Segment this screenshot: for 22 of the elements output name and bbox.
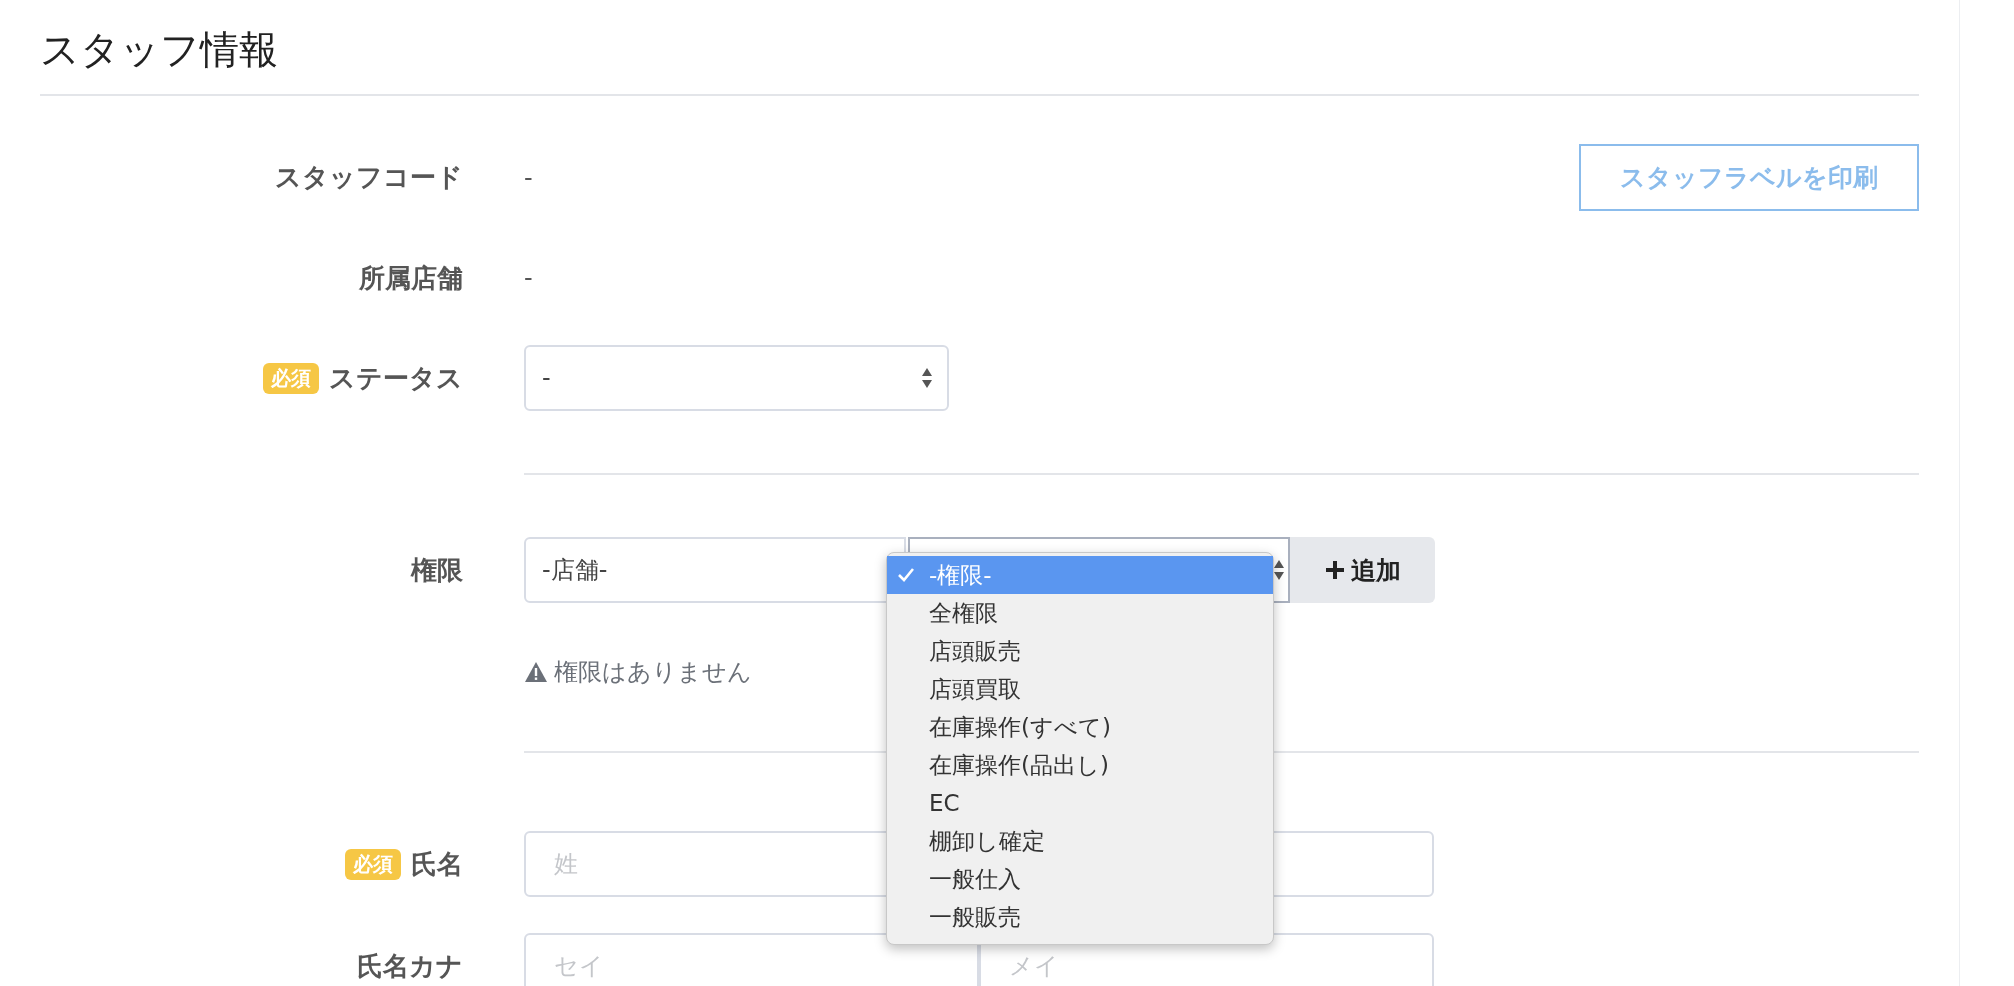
dropdown-option[interactable]: 一般販売 bbox=[887, 898, 1273, 936]
field-label: 氏名カナ bbox=[357, 949, 463, 983]
warning-text: 権限はありません bbox=[554, 657, 752, 688]
field-label: 氏名 bbox=[411, 847, 463, 881]
field-value: - bbox=[524, 264, 533, 292]
dropdown-option[interactable]: 在庫操作(品出し) bbox=[887, 746, 1273, 784]
required-badge: 必須 bbox=[345, 848, 401, 880]
text-input[interactable]: セイ bbox=[524, 933, 979, 986]
required-badge: 必須 bbox=[263, 362, 319, 394]
field-label: スタッフコード bbox=[275, 161, 463, 194]
dropdown-option[interactable]: 店頭買取 bbox=[887, 670, 1273, 708]
dropdown-option[interactable]: 店頭販売 bbox=[887, 632, 1273, 670]
field-label: 所属店舗 bbox=[359, 261, 463, 295]
dropdown-option[interactable]: EC bbox=[887, 784, 1273, 822]
dropdown-option[interactable]: 在庫操作(すべて) bbox=[887, 708, 1273, 746]
page-title: スタッフ情報 bbox=[40, 27, 278, 72]
field-value: - bbox=[524, 163, 533, 192]
field-label: 権限 bbox=[411, 553, 463, 587]
field-label: ステータス bbox=[329, 361, 463, 395]
store-select[interactable]: -店舗- bbox=[524, 537, 906, 603]
add-button[interactable]: 追加 bbox=[1290, 537, 1435, 603]
status-select[interactable]: - bbox=[524, 345, 949, 411]
